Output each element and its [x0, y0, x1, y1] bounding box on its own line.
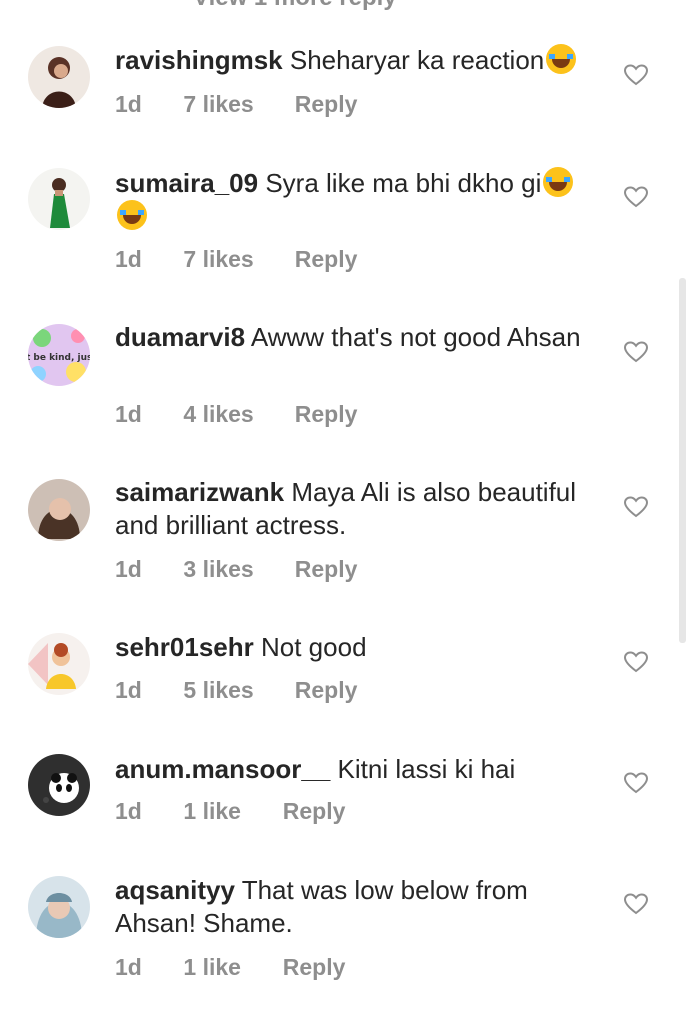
comment-likes[interactable]: 7 likes [183, 246, 288, 273]
comment-likes[interactable]: 7 likes [183, 91, 288, 118]
heart-icon[interactable] [624, 496, 648, 518]
reply-button[interactable]: Reply [295, 556, 358, 583]
comment-likes[interactable]: 1 like [183, 798, 276, 825]
heart-icon[interactable] [624, 186, 648, 208]
avatar[interactable] [28, 876, 90, 938]
comment-text: ravishingmsk Sheharyar ka reaction [115, 44, 610, 77]
heart-icon[interactable] [624, 341, 648, 363]
comment-username[interactable]: sumaira_09 [115, 168, 258, 198]
avatar-text: If you cant be kind, just be quiet [28, 353, 90, 363]
comment-username[interactable]: sehr01sehr [115, 632, 254, 662]
comment-body: Awww that's not good Ahsan [250, 322, 581, 352]
comment-text: duamarvi8 Awww that's not good Ahsan [115, 321, 610, 354]
comment-text: sehr01sehr Not good [115, 631, 610, 664]
comment-time: 1d [115, 954, 142, 980]
heart-icon[interactable] [624, 772, 648, 794]
comment-meta: 1d 1 like Reply [115, 954, 345, 981]
comment-time: 1d [115, 246, 142, 272]
heart-icon[interactable] [624, 893, 648, 915]
comment-likes[interactable]: 3 likes [183, 556, 288, 583]
reply-button[interactable]: Reply [295, 677, 358, 704]
comment-username[interactable]: anum.mansoor__ [115, 754, 330, 784]
comment-time: 1d [115, 556, 142, 582]
comment-body: Sheharyar ka reaction [289, 45, 545, 75]
comment-meta: 1d 4 likes Reply [115, 401, 357, 428]
comment-meta: 1d 5 likes Reply [115, 677, 357, 704]
reply-button[interactable]: Reply [295, 401, 358, 428]
scrollbar[interactable] [679, 278, 686, 643]
comment-likes[interactable]: 4 likes [183, 401, 288, 428]
comment-time: 1d [115, 401, 142, 427]
comment-body: Kitni lassi ki hai [337, 754, 516, 784]
comment-likes[interactable]: 5 likes [183, 677, 288, 704]
reply-button[interactable]: Reply [295, 246, 358, 273]
avatar[interactable] [28, 46, 90, 108]
comment-meta: 1d 7 likes Reply [115, 246, 357, 273]
comment-text: sumaira_09 Syra like ma bhi dkho gi [115, 167, 610, 233]
comment-text: aqsanityy That was low below from Ahsan!… [115, 874, 610, 940]
comment-username[interactable]: duamarvi8 [115, 322, 245, 352]
comment-text: saimarizwank Maya Ali is also beautiful … [115, 476, 610, 542]
comment-time: 1d [115, 91, 142, 117]
reply-button[interactable]: Reply [295, 91, 358, 118]
laughing-emoji-icon [543, 167, 574, 197]
avatar[interactable] [28, 479, 90, 541]
comment-body: Syra like ma bhi dkho gi [265, 168, 542, 198]
avatar[interactable] [28, 168, 90, 230]
avatar[interactable]: If you cant be kind, just be quiet [28, 324, 90, 386]
comment-body: Not good [261, 632, 367, 662]
reply-button[interactable]: Reply [283, 798, 346, 825]
comment-username[interactable]: saimarizwank [115, 477, 284, 507]
heart-icon[interactable] [624, 651, 648, 673]
laughing-emoji-icon [546, 44, 577, 74]
comment-meta: 1d 7 likes Reply [115, 91, 357, 118]
comment-likes[interactable]: 1 like [183, 954, 276, 981]
comment-meta: 1d 1 like Reply [115, 798, 345, 825]
comment-time: 1d [115, 677, 142, 703]
avatar-image: If you cant be kind, just be quiet [28, 324, 90, 386]
heart-icon[interactable] [624, 64, 648, 86]
comment-time: 1d [115, 798, 142, 824]
view-more-replies-link[interactable]: View 1 more reply [193, 0, 397, 12]
comment-text: anum.mansoor__ Kitni lassi ki hai [115, 753, 610, 786]
laughing-emoji-icon [117, 200, 147, 230]
avatar[interactable] [28, 633, 90, 695]
comment-username[interactable]: ravishingmsk [115, 45, 283, 75]
avatar[interactable] [28, 754, 90, 816]
comment-meta: 1d 3 likes Reply [115, 556, 357, 583]
comment-username[interactable]: aqsanityy [115, 875, 235, 905]
reply-button[interactable]: Reply [283, 954, 346, 981]
